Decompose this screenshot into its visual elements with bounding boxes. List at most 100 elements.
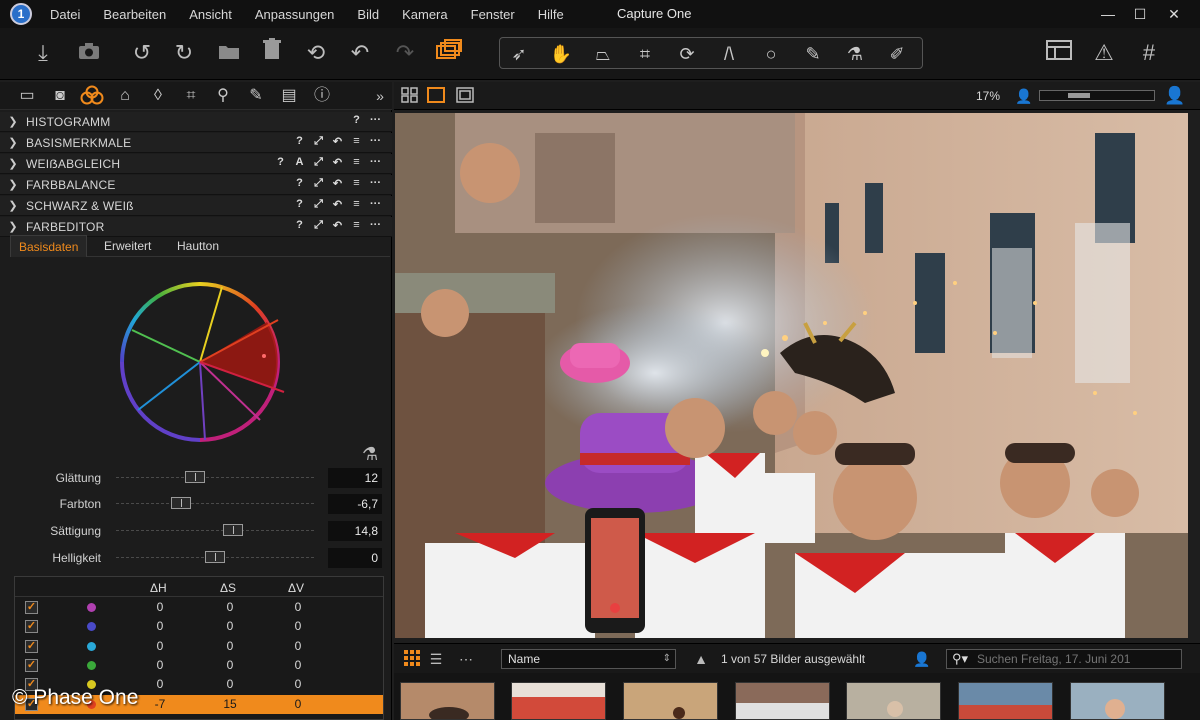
help-icon[interactable]: ? [274,156,287,169]
slider-value-field[interactable]: 12 [328,468,382,488]
slider-value-field[interactable]: 14,8 [328,521,382,541]
presets-icon[interactable]: ≡ [350,177,363,190]
table-row[interactable]: ✓ 0 0 0 [15,617,383,636]
copy-apply-icon[interactable]: ⤢ [312,177,325,190]
reset-icon[interactable]: ↶ [331,177,344,190]
search-box[interactable]: ⚲▾ [946,649,1182,669]
close-button[interactable]: ✕ [1162,4,1186,24]
thumbnail[interactable] [846,682,941,720]
capture-icon[interactable]: ◙ [47,85,73,107]
slider-value-field[interactable]: -6,7 [328,494,382,514]
help-icon[interactable]: ? [293,219,306,232]
copy-apply-icon[interactable]: ⤢ [312,219,325,232]
slider-handle[interactable] [205,551,225,563]
zoom-slider[interactable] [1039,90,1155,101]
slider-value-field[interactable]: 0 [328,548,382,568]
expand-tabs-button[interactable]: » [367,85,393,107]
trash-icon[interactable] [257,38,287,68]
list-view-icon[interactable]: ☰ [426,650,446,668]
section-schwarz-weiss[interactable]: ❯ SCHWARZ & WEIß ? ⤢ ↶ ≡ ··· [0,196,392,216]
more-icon[interactable]: ··· [369,114,382,126]
thumbnail[interactable] [1070,682,1165,720]
maximize-button[interactable]: ☐ [1128,4,1152,24]
section-weissabgleich[interactable]: ❯ WEIẞABGLEICH ? A ⤢ ↶ ≡ ··· [0,154,392,174]
thumbnail[interactable] [400,682,495,720]
composition-icon[interactable]: ⌗ [178,85,204,107]
camera-icon[interactable] [74,38,104,68]
crop-icon[interactable]: ⌗ [630,41,660,67]
grid-icon[interactable]: # [1134,38,1164,68]
details-icon[interactable]: ⚲ [210,85,236,107]
sort-select[interactable]: Name ⇕ [501,649,676,669]
table-row[interactable]: ✓ 0 0 0 [15,598,383,617]
tab-hautton[interactable]: Hautton [169,235,227,257]
presets-icon[interactable]: ≡ [350,135,363,148]
thumbnail[interactable] [735,682,830,720]
menu-ansicht[interactable]: Ansicht [189,7,232,22]
color-wheel[interactable] [110,280,290,450]
reset-icon[interactable]: ↶ [331,135,344,148]
enable-checkbox[interactable]: ✓ [25,639,38,653]
help-icon[interactable]: ? [293,135,306,148]
slider-handle[interactable] [185,471,206,483]
grid-view-icon[interactable] [400,87,420,105]
slider-track[interactable] [116,530,314,532]
library-icon[interactable]: ▭ [14,85,40,107]
help-icon[interactable]: ? [350,114,363,126]
presets-icon[interactable]: ≡ [350,219,363,232]
help-icon[interactable]: ? [293,177,306,190]
enable-checkbox[interactable]: ✓ [25,658,38,672]
thumbnail[interactable] [511,682,606,720]
section-basismerkmale[interactable]: ❯ BASISMERKMALE ? ⤢ ↶ ≡ ··· [0,133,392,153]
table-row[interactable]: ✓ 0 0 0 [15,637,383,656]
rotate-left-icon[interactable]: ↺ [127,38,157,68]
zoom-slider-handle[interactable] [1068,93,1090,98]
color-icon[interactable] [79,85,105,107]
straighten-icon[interactable]: /\ [714,41,744,67]
single-view-icon[interactable] [426,87,446,105]
warning-icon[interactable]: ⚠ [1089,38,1119,68]
metadata-icon[interactable]: ▤ [276,85,302,107]
thumbnail[interactable] [623,682,718,720]
menu-kamera[interactable]: Kamera [402,7,448,22]
rotate-right-icon[interactable]: ↻ [169,38,199,68]
select-cursor-icon[interactable]: ➶ [504,41,534,67]
tab-erweitert[interactable]: Erweitert [96,235,159,257]
redo-icon[interactable]: ↷ [390,38,420,68]
tab-basisdaten[interactable]: Basisdaten [10,235,88,257]
thumbnail-grid-icon[interactable] [402,650,422,668]
more-icon[interactable]: ··· [369,135,382,148]
reset-icon[interactable]: ↶ [331,198,344,211]
undo-icon[interactable]: ↶ [345,38,375,68]
help-icon[interactable]: ? [293,198,306,211]
keystone-icon[interactable]: ⏢ [588,41,618,67]
adjust-icon[interactable]: ✎ [243,85,269,107]
person-filter-icon[interactable]: 👤 [912,650,932,668]
menu-hilfe[interactable]: Hilfe [538,7,564,22]
spot-icon[interactable]: ○ [756,41,786,67]
reset-icon[interactable]: ↶ [331,156,344,169]
presets-icon[interactable]: ≡ [350,198,363,211]
sort-ascending-icon[interactable]: ▲ [691,650,711,668]
slider-track[interactable] [116,477,314,479]
picker-icon[interactable]: ⚗ [840,41,870,67]
copy-apply-icon[interactable]: ⤢ [312,198,325,211]
search-input[interactable] [977,651,1177,667]
lens-icon[interactable]: ◊ [145,85,171,107]
auto-icon[interactable]: A [293,156,306,169]
more-icon[interactable]: ··· [369,156,382,169]
reset-icon[interactable]: ↶ [331,219,344,232]
enable-checkbox[interactable]: ✓ [25,620,38,634]
section-farbbalance[interactable]: ❯ FARBBALANCE ? ⤢ ↶ ≡ ··· [0,175,392,195]
exposure-icon[interactable]: ⌂ [112,85,138,107]
menu-bearbeiten[interactable]: Bearbeiten [103,7,166,22]
search-icon[interactable]: ⚲▾ [950,650,970,668]
undo-all-icon[interactable]: ⟲ [301,38,331,68]
eraser-icon[interactable]: ✐ [882,41,912,67]
presets-icon[interactable]: ≡ [350,156,363,169]
color-picker-icon[interactable]: ⚗ [362,444,378,465]
move-to-icon[interactable] [214,38,244,68]
workspace-icon[interactable] [1044,38,1074,68]
brush-icon[interactable]: ✎ [798,41,828,67]
slider-handle[interactable] [171,497,192,509]
